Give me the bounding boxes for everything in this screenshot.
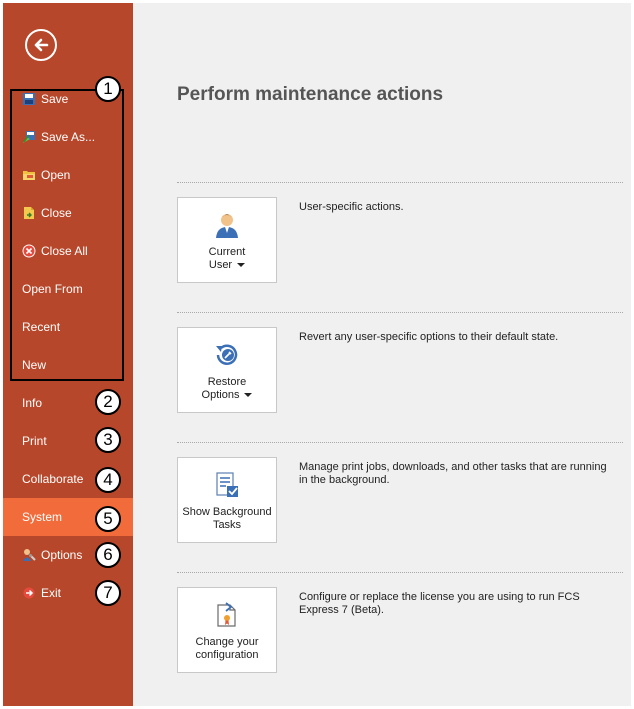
configuration-icon [217,602,236,627]
exit-icon [22,586,36,600]
restore-options-button[interactable]: Restore Options [177,327,277,413]
action-description: User-specific actions. [299,201,404,213]
callout-7: 7 [95,580,121,606]
sidebar-item-label: Print [22,434,47,448]
callout-6: 6 [95,542,121,568]
callout-1: 1 [95,76,121,102]
action-description: Configure or replace the license you are… [299,591,580,616]
card-label-line2: User [208,259,233,271]
sidebar-item-label: Options [41,548,83,562]
dropdown-caret-icon [244,393,253,398]
backstage-window: Save Save As... Open Close Close All Ope… [3,3,631,706]
card-label-line2: configuration [195,649,259,661]
user-icon [216,214,238,238]
callout-5: 5 [95,506,121,532]
sidebar-item-label: Collaborate [22,472,84,486]
section-divider [177,182,623,183]
sidebar-item-label: Exit [41,586,62,600]
page-title: Perform maintenance actions [177,84,444,105]
show-background-tasks-button[interactable]: Show Background Tasks [177,457,277,543]
restore-icon [216,344,238,365]
change-configuration-button[interactable]: Change your configuration [177,587,277,673]
card-label-line1: Change your [195,636,259,648]
file-commands-group-box [10,89,124,381]
dropdown-caret-icon [237,263,246,268]
action-description: Manage print jobs, downloads, and other … [299,461,607,486]
back-button[interactable] [25,29,57,61]
card-label-line1: Show Background [182,506,272,518]
callout-4: 4 [95,467,121,493]
sidebar-item-label: System [22,510,63,524]
section-divider [177,442,623,443]
card-label-line2: Tasks [212,519,242,531]
options-icon [22,548,36,562]
card-label-line1: Restore [207,376,247,388]
card-label-line2: Options [201,389,240,401]
callout-2: 2 [95,389,121,415]
back-arrow-icon [34,38,49,52]
card-label-line1: Current [208,246,246,258]
section-divider [177,312,623,313]
section-divider [177,572,623,573]
action-description: Revert any user-specific options to thei… [299,331,559,343]
sidebar-item-label: Info [22,396,43,410]
callout-3: 3 [95,427,121,453]
current-user-button[interactable]: Current User [177,197,277,283]
tasks-icon [216,472,238,497]
